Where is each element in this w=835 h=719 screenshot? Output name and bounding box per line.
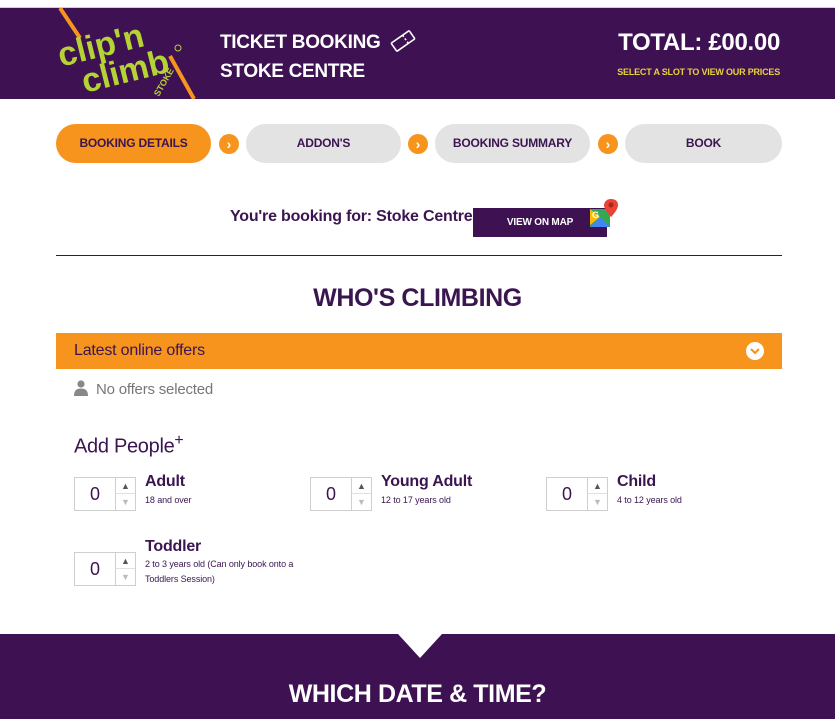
- decrement-arrow-icon[interactable]: ▼: [115, 494, 135, 510]
- date-time-section: WHICH DATE & TIME?: [0, 634, 835, 719]
- decrement-arrow-icon[interactable]: ▼: [115, 569, 135, 585]
- title-centre: STOKE CENTRE: [220, 61, 365, 82]
- adult-label: Adult: [145, 473, 185, 490]
- divider: [56, 255, 782, 256]
- adult-quantity-input[interactable]: 0: [75, 478, 115, 510]
- toddler-stepper[interactable]: 0 ▲ ▼: [74, 552, 136, 586]
- young-adult-label: Young Adult: [381, 473, 473, 490]
- adult-desc: 18 and over: [145, 495, 192, 505]
- offers-label: Latest online offers: [74, 342, 205, 359]
- step-book[interactable]: BOOK: [625, 124, 782, 163]
- young-adult-desc: 12 to 17 years old: [381, 495, 451, 505]
- child-label: Child: [617, 473, 656, 490]
- plus-icon: +: [174, 432, 184, 449]
- increment-arrow-icon[interactable]: ▲: [351, 478, 371, 494]
- person-icon: [74, 380, 88, 400]
- chevron-right-icon: ›: [598, 134, 618, 154]
- step-addons[interactable]: ADDON'S: [246, 124, 401, 163]
- increment-arrow-icon[interactable]: ▲: [115, 478, 135, 494]
- google-maps-icon[interactable]: G: [588, 197, 620, 229]
- no-offers-text: No offers selected: [96, 381, 214, 398]
- ticket-icon: [389, 30, 417, 59]
- child-stepper[interactable]: 0 ▲ ▼: [546, 477, 608, 511]
- toddler-quantity-input[interactable]: 0: [75, 553, 115, 585]
- step-booking-summary[interactable]: BOOKING SUMMARY: [435, 124, 590, 163]
- booking-for-text: You're booking for: Stoke Centre: [230, 208, 473, 225]
- total-amount: TOTAL: £00.00: [618, 29, 780, 56]
- title-ticket-booking: TICKET BOOKING: [220, 32, 381, 53]
- view-on-map-button[interactable]: VIEW ON MAP: [473, 208, 607, 237]
- add-people-heading: Add People+: [74, 432, 184, 459]
- toddler-desc: 2 to 3 years old (Can only book onto a T…: [145, 559, 294, 584]
- young-adult-stepper[interactable]: 0 ▲ ▼: [310, 477, 372, 511]
- total-block: TOTAL: £00.00 SELECT A SLOT TO VIEW OUR …: [617, 29, 780, 77]
- clip-n-climb-logo[interactable]: clip'n climb STOKE: [52, 6, 202, 101]
- child-desc: 4 to 12 years old: [617, 495, 682, 505]
- increment-arrow-icon[interactable]: ▲: [587, 478, 607, 494]
- latest-offers-dropdown[interactable]: Latest online offers: [56, 333, 782, 369]
- svg-text:G: G: [592, 210, 599, 220]
- adult-stepper[interactable]: 0 ▲ ▼: [74, 477, 136, 511]
- toddler-label: Toddler: [145, 538, 202, 555]
- young-adult-quantity-input[interactable]: 0: [311, 478, 351, 510]
- total-hint: SELECT A SLOT TO VIEW OUR PRICES: [617, 67, 780, 77]
- booking-steps: BOOKING DETAILS › ADDON'S › BOOKING SUMM…: [56, 124, 782, 163]
- decrement-arrow-icon[interactable]: ▼: [351, 494, 371, 510]
- header: clip'n climb STOKE TICKET BOOKING STOKE …: [0, 6, 835, 101]
- whos-climbing-title: WHO'S CLIMBING: [313, 284, 522, 312]
- top-strip: [0, 0, 835, 8]
- which-date-time-title: WHICH DATE & TIME?: [288, 680, 547, 708]
- child-quantity-input[interactable]: 0: [547, 478, 587, 510]
- decrement-arrow-icon[interactable]: ▼: [587, 494, 607, 510]
- section-notch: [398, 634, 442, 658]
- title-block: TICKET BOOKING STOKE CENTRE: [220, 30, 417, 84]
- increment-arrow-icon[interactable]: ▲: [115, 553, 135, 569]
- chevron-right-icon: ›: [408, 134, 428, 154]
- add-people-label: Add People: [74, 435, 175, 458]
- chevron-right-icon: ›: [219, 134, 239, 154]
- step-booking-details[interactable]: BOOKING DETAILS: [56, 124, 211, 163]
- no-offers-row: No offers selected: [74, 380, 213, 400]
- chevron-down-icon[interactable]: [746, 342, 764, 360]
